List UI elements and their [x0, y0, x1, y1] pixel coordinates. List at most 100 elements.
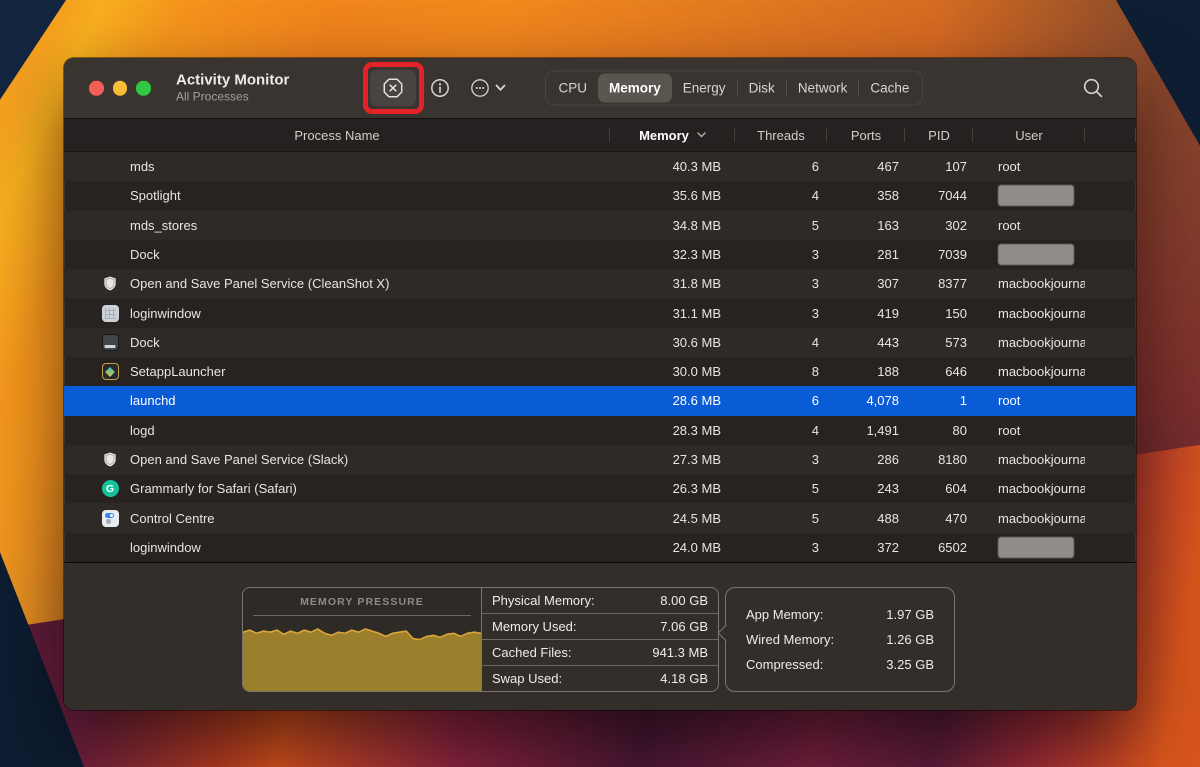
minimize-window-button[interactable]: [112, 80, 127, 96]
row-filler: [1085, 445, 1136, 474]
search-button[interactable]: [1082, 77, 1104, 99]
process-icon-slot-empty: [100, 187, 120, 205]
process-row-logd-80[interactable]: logd 28.3 MB 4 1,491 80 root: [64, 416, 1136, 445]
info-icon: [431, 79, 449, 97]
process-name: mds: [130, 159, 155, 175]
row-filler: [1085, 328, 1136, 357]
zoom-window-button[interactable]: [136, 80, 151, 96]
memory-cell: 26.3 MB: [672, 481, 721, 497]
username-text: macbookjourna: [998, 364, 1085, 380]
process-icon-slot-empty: [100, 216, 120, 234]
user-cell: macbookjourna: [973, 445, 1085, 474]
ports-cell: 281: [877, 246, 899, 262]
process-name: Spotlight: [130, 188, 181, 204]
row-filler: [1085, 211, 1136, 240]
column-header-memory[interactable]: Memory: [610, 119, 735, 151]
setapp-icon: [101, 363, 119, 381]
pid-cell: 8377: [938, 276, 967, 292]
info-button[interactable]: [429, 77, 451, 99]
pid-cell: 80: [952, 422, 967, 438]
user-cell: root: [973, 416, 1085, 445]
dock-icon: [101, 333, 119, 351]
user-cell: macbookjourna: [973, 269, 1085, 298]
tab-cpu[interactable]: CPU: [548, 74, 599, 103]
ports-cell: 4,078: [866, 393, 899, 409]
user-cell: macbookjourna: [973, 474, 1085, 503]
search-icon: [1083, 78, 1103, 98]
row-filler: [1085, 240, 1136, 269]
process-name: SetappLauncher: [130, 364, 226, 380]
more-options-button[interactable]: [470, 78, 506, 98]
process-name: mds_stores: [130, 217, 198, 233]
row-filler: [1085, 357, 1136, 386]
threads-cell: 3: [811, 276, 819, 292]
user-cell: macbookjourna: [973, 357, 1085, 386]
threads-cell: 8: [811, 364, 819, 380]
stat-compressed: Compressed: 3.25 GB: [746, 657, 934, 672]
traffic-lights: [89, 80, 151, 96]
column-header-threads[interactable]: Threads: [735, 119, 827, 151]
stop-process-button[interactable]: [370, 70, 416, 106]
close-window-button[interactable]: [89, 80, 104, 96]
process-name: Open and Save Panel Service (Slack): [130, 451, 349, 467]
process-row-loginwindow-6502[interactable]: loginwindow 24.0 MB 3 372 6502: [64, 533, 1136, 562]
column-header-ports[interactable]: Ports: [827, 119, 905, 151]
tab-energy[interactable]: Energy: [672, 74, 737, 103]
ports-cell: 419: [877, 305, 899, 321]
memory-cell: 31.1 MB: [672, 305, 721, 321]
process-row-spotlight-7044[interactable]: Spotlight 35.6 MB 4 358 7044: [64, 181, 1136, 210]
tab-network[interactable]: Network: [787, 74, 859, 103]
process-name: loginwindow: [130, 539, 201, 555]
column-header-user[interactable]: User: [973, 119, 1085, 151]
process-row-mds-stores-302[interactable]: mds_stores 34.8 MB 5 163 302 root: [64, 210, 1136, 240]
process-row-grammarly-for-safari-safari-604[interactable]: G Grammarly for Safari (Safari) 26.3 MB 5 24…: [64, 474, 1136, 503]
process-row-open-and-save-panel-service-slack-8180[interactable]: Open and Save Panel Service (Slack) 27.3 …: [64, 444, 1136, 475]
ports-cell: 188: [877, 364, 899, 380]
process-row-launchd-1[interactable]: launchd 28.6 MB 6 4,078 1 root: [64, 386, 1136, 416]
threads-cell: 3: [811, 305, 819, 321]
user-cell: root: [973, 152, 1085, 181]
threads-cell: 3: [811, 539, 819, 555]
pid-cell: 470: [945, 510, 967, 526]
row-filler: [1085, 298, 1136, 327]
process-row-control-centre-470[interactable]: Control Centre 24.5 MB 5 488 470 macbookjourn…: [64, 503, 1136, 533]
column-label: Memory: [639, 127, 689, 143]
memory-cell: 30.0 MB: [672, 364, 721, 380]
control-centre-icon: [101, 509, 119, 527]
memory-cell: 30.6 MB: [672, 334, 721, 350]
memory-pressure-area-chart: [243, 628, 481, 691]
stat-value: 1.97 GB: [886, 607, 934, 622]
table-header: Process Name Memory Threads Ports PID User: [64, 119, 1136, 152]
process-name: logd: [130, 422, 155, 438]
process-name: Dock: [130, 334, 160, 350]
row-filler: [1085, 181, 1136, 210]
tab-disk[interactable]: Disk: [738, 74, 786, 103]
column-header-process-name[interactable]: Process Name: [64, 119, 610, 151]
memory-stats-list: Physical Memory: 8.00 GB Memory Used: 7.06 …: [482, 588, 718, 691]
process-row-dock-7039[interactable]: Dock 32.3 MB 3 281 7039: [64, 240, 1136, 269]
pid-cell: 573: [945, 334, 967, 350]
row-filler: [1085, 533, 1136, 562]
column-header-pid[interactable]: PID: [905, 119, 973, 151]
process-row-mds-107[interactable]: mds 40.3 MB 6 467 107 root: [64, 152, 1136, 182]
stat-physical-memory: Physical Memory: 8.00 GB: [482, 588, 718, 614]
redacted-username: [998, 243, 1074, 265]
tab-memory[interactable]: Memory: [598, 73, 672, 103]
pid-cell: 604: [945, 481, 967, 497]
process-icon-slot: [100, 450, 120, 468]
stat-value: 4.18 GB: [660, 671, 708, 686]
process-icon-slot: [100, 275, 120, 293]
process-row-dock-573[interactable]: Dock 30.6 MB 4 443 573 macbookjourna: [64, 327, 1136, 357]
process-icon-slot: [100, 304, 120, 322]
user-cell: root: [973, 211, 1085, 240]
threads-cell: 5: [811, 481, 819, 497]
process-row-setapplauncher-646[interactable]: SetappLauncher 30.0 MB 8 188 646 macbookjourn…: [64, 357, 1136, 386]
process-row-open-and-save-panel-service-cleanshot-x-8377[interactable]: Open and Save Panel Service (CleanShot X…: [64, 269, 1136, 299]
tab-cache[interactable]: Cache: [859, 74, 920, 103]
process-icon-slot: [100, 333, 120, 351]
process-name: Open and Save Panel Service (CleanShot X…: [130, 276, 390, 292]
window-title-block: Activity Monitor All Processes: [176, 72, 289, 105]
column-label: Process Name: [294, 127, 380, 143]
process-row-loginwindow-150[interactable]: loginwindow 31.1 MB 3 419 150 macbookjourna: [64, 298, 1136, 327]
pid-cell: 1: [959, 393, 967, 409]
